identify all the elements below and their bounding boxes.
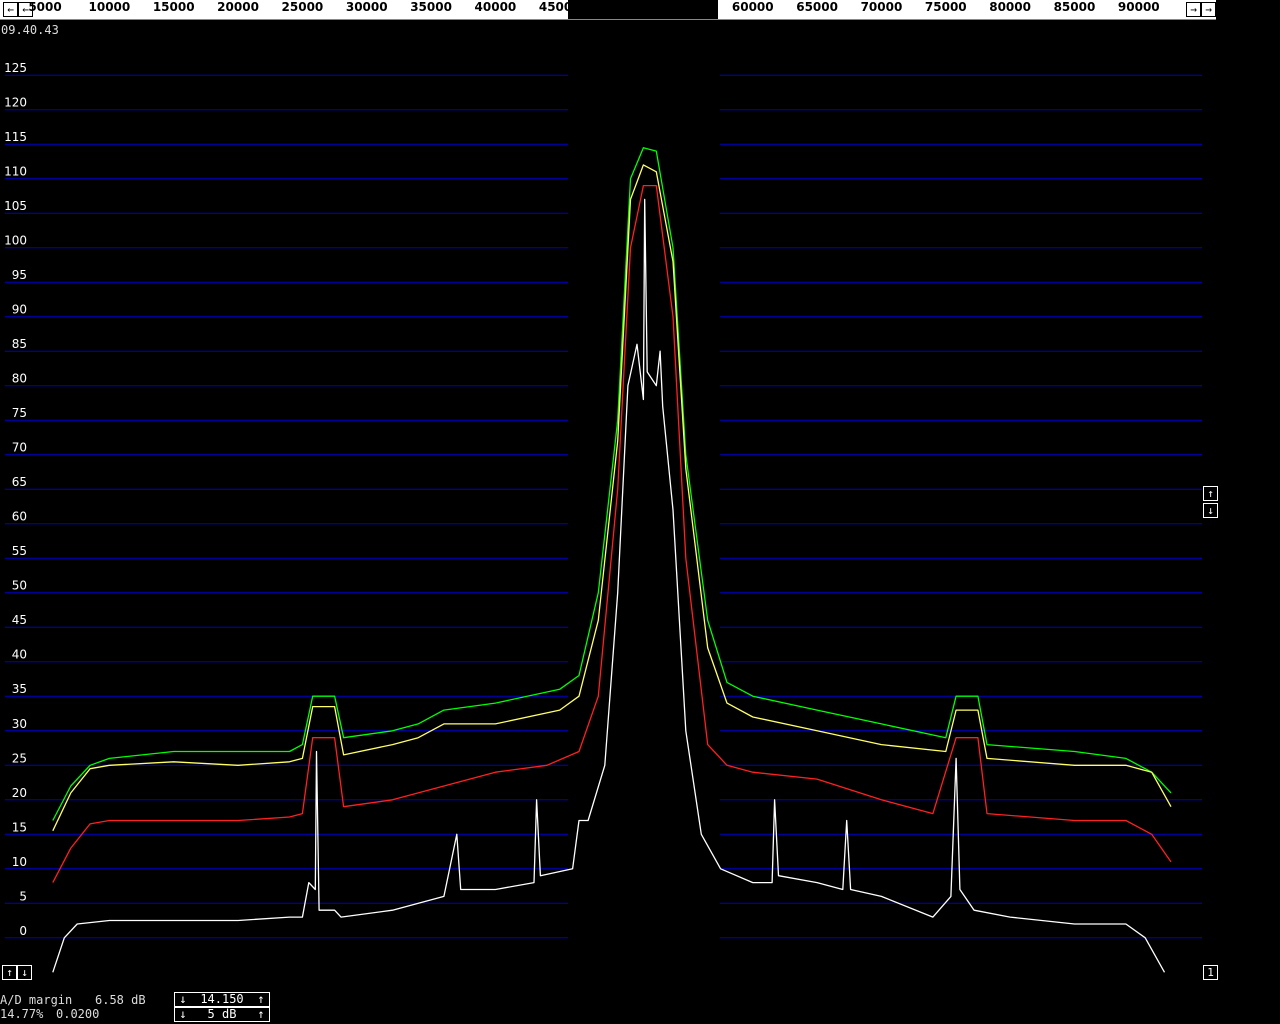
ad-margin-label: A/D margin <box>0 993 73 1007</box>
arrow-right-icon: → <box>1205 3 1212 16</box>
y-tick-label: 20 <box>12 786 27 800</box>
arrow-down-icon[interactable]: ↓ <box>177 1008 189 1021</box>
y-tick-label: 5 <box>19 889 27 903</box>
freq-tick-label: 20000 <box>217 0 259 14</box>
freq-tick-label: 85000 <box>1053 0 1096 14</box>
y-tick-label: 60 <box>12 510 27 524</box>
y-tick-label: 80 <box>12 372 27 386</box>
frequency-scale: ← ← → → 5000 10000 15000 20000 25000 30000 350… <box>0 0 1216 20</box>
y-tick-label: 25 <box>12 751 27 765</box>
freq-tick-label: 15000 <box>152 0 195 14</box>
freq-tick-label: 70000 <box>860 0 903 14</box>
spectrum-plot[interactable]: 0 5 10 15 20 25 30 35 40 45 50 55 60 65 70 75 80 85 90 95 10… <box>0 20 1216 984</box>
freq-tick-label: 10000 <box>88 0 131 14</box>
y-tick-label: 85 <box>12 337 27 351</box>
y-tick-label: 30 <box>12 717 27 731</box>
y-tick-label: 10 <box>12 855 27 869</box>
channel-label: 1 <box>1207 966 1214 979</box>
scroll-right-fast-button[interactable]: → <box>1201 2 1216 17</box>
y-tick-label: 90 <box>12 303 27 317</box>
y-tick-label: 120 <box>4 96 27 110</box>
db-step-control[interactable]: ↓ 5 dB ↑ <box>174 1007 270 1022</box>
ad-margin-value: 6.58 dB <box>95 993 146 1007</box>
y-tick-label: 55 <box>12 544 27 558</box>
freq-tick-label: 80000 <box>989 0 1031 14</box>
trace-red <box>52 184 1172 883</box>
y-tick-label: 40 <box>12 648 27 662</box>
y-tick-label: 115 <box>4 130 27 144</box>
y-tick-label: 75 <box>12 406 27 420</box>
y-tick-label: 15 <box>12 820 27 834</box>
freq-tick-label: 25000 <box>281 0 324 14</box>
arrow-right-icon: → <box>1190 3 1197 16</box>
frequency-scale-gap <box>568 0 718 19</box>
zoom-down-button[interactable]: ↓ <box>17 965 32 980</box>
freq-tick-label: 60000 <box>731 0 774 14</box>
y-tick-label: 95 <box>12 268 27 282</box>
arrow-up-icon[interactable]: ↑ <box>255 993 267 1006</box>
arrow-down-icon: ↓ <box>21 966 28 979</box>
freq-tick-label: 40000 <box>474 0 517 14</box>
gain-control[interactable]: ↓ 14.150 ↑ <box>174 992 270 1007</box>
db-step-value: 5 dB <box>207 1007 237 1021</box>
y-tick-label: 65 <box>12 475 27 489</box>
trace-green <box>52 147 1172 821</box>
y-tick-label: 125 <box>4 61 27 75</box>
zoom-up-button[interactable]: ↑ <box>2 965 17 980</box>
arrow-down-icon: ↓ <box>1207 504 1214 517</box>
freq-tick-label: 35000 <box>410 0 452 14</box>
freq-tick-label: 65000 <box>796 0 838 14</box>
y-tick-label: 105 <box>4 199 27 213</box>
level-down-button[interactable]: ↓ <box>1203 503 1218 518</box>
factor-value: 0.0200 <box>56 1007 100 1021</box>
freq-tick-label: 5000 <box>28 0 62 14</box>
freq-tick-label: 90000 <box>1117 0 1160 14</box>
freq-tick-label: 30000 <box>345 0 388 14</box>
y-tick-label: 0 <box>19 924 27 938</box>
y-tick-label: 70 <box>12 441 27 455</box>
y-tick-label: 110 <box>4 165 27 179</box>
y-tick-label: 35 <box>12 682 27 696</box>
level-up-button[interactable]: ↑ <box>1203 486 1218 501</box>
y-tick-label: 100 <box>4 234 27 248</box>
freq-tick-label: 75000 <box>924 0 967 14</box>
status-panel: A/D margin 6.58 dB 14.77% 0.0200 ↓ 14.15… <box>0 990 1280 1024</box>
arrow-down-icon[interactable]: ↓ <box>177 993 189 1006</box>
y-tick-label: 50 <box>12 579 27 593</box>
arrow-left-icon: ← <box>7 3 14 16</box>
arrow-up-icon[interactable]: ↑ <box>255 1008 267 1021</box>
scroll-left-button[interactable]: ← <box>3 2 18 17</box>
percent-value: 14.77% <box>0 1007 44 1021</box>
arrow-up-icon: ↑ <box>6 966 13 979</box>
arrow-up-icon: ↑ <box>1207 487 1214 500</box>
y-tick-label: 45 <box>12 613 27 627</box>
gain-value: 14.150 <box>200 992 244 1006</box>
channel-button[interactable]: 1 <box>1203 965 1218 980</box>
scroll-right-button[interactable]: → <box>1186 2 1201 17</box>
